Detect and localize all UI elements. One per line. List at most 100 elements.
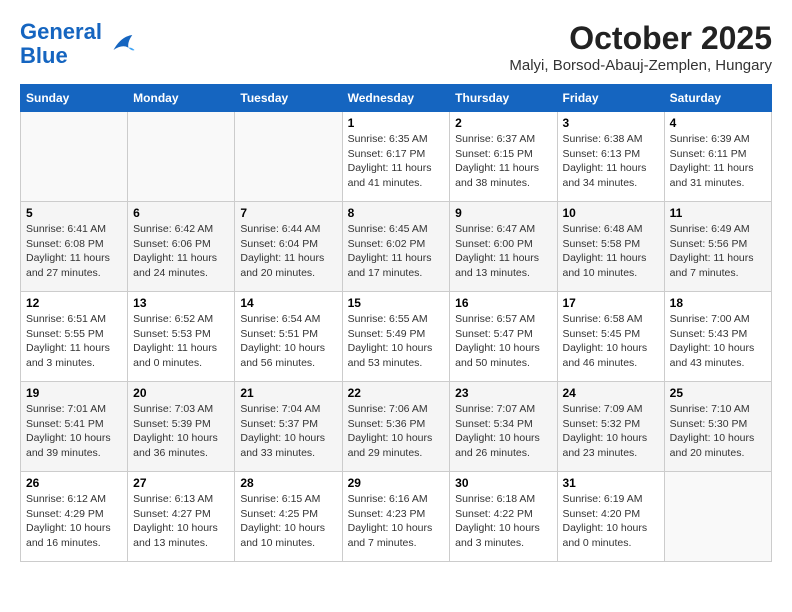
calendar-cell: [235, 112, 342, 202]
calendar-header-row: SundayMondayTuesdayWednesdayThursdayFrid…: [21, 85, 772, 112]
day-number: 3: [563, 116, 659, 130]
calendar-cell: [21, 112, 128, 202]
calendar-cell: 23Sunrise: 7:07 AMSunset: 5:34 PMDayligh…: [450, 382, 557, 472]
day-number: 9: [455, 206, 551, 220]
weekday-header-tuesday: Tuesday: [235, 85, 342, 112]
day-info: Sunrise: 6:13 AMSunset: 4:27 PMDaylight:…: [133, 492, 229, 551]
day-info: Sunrise: 6:41 AMSunset: 6:08 PMDaylight:…: [26, 222, 122, 281]
day-info: Sunrise: 6:52 AMSunset: 5:53 PMDaylight:…: [133, 312, 229, 371]
day-number: 8: [348, 206, 445, 220]
day-number: 18: [670, 296, 766, 310]
calendar-cell: 3 Sunrise: 6:38 AMSunset: 6:13 PMDaylight…: [557, 112, 664, 202]
calendar-cell: 5Sunrise: 6:41 AMSunset: 6:08 PMDaylight…: [21, 202, 128, 292]
weekday-header-monday: Monday: [128, 85, 235, 112]
day-number: 11: [670, 206, 766, 220]
calendar-cell: 21 Sunrise: 7:04 AMSunset: 5:37 PMDayligh…: [235, 382, 342, 472]
calendar-cell: 28 Sunrise: 6:15 AMSunset: 4:25 PMDayligh…: [235, 472, 342, 562]
calendar-cell: 30 Sunrise: 6:18 AMSunset: 4:22 PMDayligh…: [450, 472, 557, 562]
day-info: Sunrise: 6:38 AMSunset: 6:13 PMDaylight:…: [563, 132, 659, 191]
day-info: Sunrise: 6:15 AMSunset: 4:25 PMDaylight:…: [240, 492, 336, 551]
day-info: Sunrise: 7:03 AMSunset: 5:39 PMDaylight:…: [133, 402, 229, 461]
day-info: Sunrise: 6:12 AMSunset: 4:29 PMDaylight:…: [26, 492, 122, 551]
day-info: Sunrise: 6:35 AMSunset: 6:17 PMDaylight:…: [348, 132, 445, 191]
day-number: 31: [563, 476, 659, 490]
day-info: Sunrise: 6:16 AMSunset: 4:23 PMDaylight:…: [348, 492, 445, 551]
page-header: General Blue October 2025 Malyi, Borsod-…: [20, 20, 772, 74]
day-info: Sunrise: 6:51 AMSunset: 5:55 PMDaylight:…: [26, 312, 122, 371]
calendar-cell: 13 Sunrise: 6:52 AMSunset: 5:53 PMDayligh…: [128, 292, 235, 382]
calendar-cell: 27 Sunrise: 6:13 AMSunset: 4:27 PMDayligh…: [128, 472, 235, 562]
logo-bird-icon: [106, 29, 136, 59]
logo-line2: Blue: [20, 43, 68, 68]
day-number: 22: [348, 386, 445, 400]
day-number: 21: [240, 386, 336, 400]
calendar-cell: 20Sunrise: 7:03 AMSunset: 5:39 PMDayligh…: [128, 382, 235, 472]
weekday-header-friday: Friday: [557, 85, 664, 112]
day-info: Sunrise: 6:58 AMSunset: 5:45 PMDaylight:…: [563, 312, 659, 371]
day-info: Sunrise: 6:44 AMSunset: 6:04 PMDaylight:…: [240, 222, 336, 281]
calendar-cell: 24 Sunrise: 7:09 AMSunset: 5:32 PMDayligh…: [557, 382, 664, 472]
day-number: 6: [133, 206, 229, 220]
calendar-cell: 7 Sunrise: 6:44 AMSunset: 6:04 PMDaylight…: [235, 202, 342, 292]
calendar-week-row: 26 Sunrise: 6:12 AMSunset: 4:29 PMDayligh…: [21, 472, 772, 562]
weekday-header-saturday: Saturday: [664, 85, 771, 112]
calendar-cell: 2 Sunrise: 6:37 AMSunset: 6:15 PMDaylight…: [450, 112, 557, 202]
month-title: October 2025: [509, 20, 772, 57]
logo: General Blue: [20, 20, 136, 68]
day-info: Sunrise: 6:18 AMSunset: 4:22 PMDaylight:…: [455, 492, 551, 551]
day-number: 29: [348, 476, 445, 490]
calendar-cell: [128, 112, 235, 202]
calendar-week-row: 12Sunrise: 6:51 AMSunset: 5:55 PMDayligh…: [21, 292, 772, 382]
calendar-cell: 29 Sunrise: 6:16 AMSunset: 4:23 PMDayligh…: [342, 472, 450, 562]
day-info: Sunrise: 6:55 AMSunset: 5:49 PMDaylight:…: [348, 312, 445, 371]
day-info: Sunrise: 7:09 AMSunset: 5:32 PMDaylight:…: [563, 402, 659, 461]
day-number: 1: [348, 116, 445, 130]
day-number: 26: [26, 476, 122, 490]
day-number: 28: [240, 476, 336, 490]
day-info: Sunrise: 7:00 AMSunset: 5:43 PMDaylight:…: [670, 312, 766, 371]
day-number: 14: [240, 296, 336, 310]
day-info: Sunrise: 6:42 AMSunset: 6:06 PMDaylight:…: [133, 222, 229, 281]
day-number: 27: [133, 476, 229, 490]
calendar-cell: 15 Sunrise: 6:55 AMSunset: 5:49 PMDayligh…: [342, 292, 450, 382]
calendar-cell: 4 Sunrise: 6:39 AMSunset: 6:11 PMDaylight…: [664, 112, 771, 202]
day-number: 24: [563, 386, 659, 400]
weekday-header-thursday: Thursday: [450, 85, 557, 112]
day-number: 23: [455, 386, 551, 400]
day-info: Sunrise: 7:06 AMSunset: 5:36 PMDaylight:…: [348, 402, 445, 461]
calendar-cell: [664, 472, 771, 562]
day-number: 30: [455, 476, 551, 490]
location-title: Malyi, Borsod-Abauj-Zemplen, Hungary: [509, 57, 772, 74]
day-info: Sunrise: 6:45 AMSunset: 6:02 PMDaylight:…: [348, 222, 445, 281]
calendar-cell: 16Sunrise: 6:57 AMSunset: 5:47 PMDayligh…: [450, 292, 557, 382]
calendar-cell: 8 Sunrise: 6:45 AMSunset: 6:02 PMDaylight…: [342, 202, 450, 292]
day-number: 15: [348, 296, 445, 310]
calendar-cell: 10Sunrise: 6:48 AMSunset: 5:58 PMDayligh…: [557, 202, 664, 292]
calendar-cell: 1 Sunrise: 6:35 AMSunset: 6:17 PMDaylight…: [342, 112, 450, 202]
calendar-cell: 14Sunrise: 6:54 AMSunset: 5:51 PMDayligh…: [235, 292, 342, 382]
day-number: 4: [670, 116, 766, 130]
day-number: 2: [455, 116, 551, 130]
day-info: Sunrise: 6:37 AMSunset: 6:15 PMDaylight:…: [455, 132, 551, 191]
logo-text: General Blue: [20, 20, 102, 68]
calendar-cell: 25Sunrise: 7:10 AMSunset: 5:30 PMDayligh…: [664, 382, 771, 472]
day-info: Sunrise: 6:39 AMSunset: 6:11 PMDaylight:…: [670, 132, 766, 191]
weekday-header-wednesday: Wednesday: [342, 85, 450, 112]
calendar-cell: 18 Sunrise: 7:00 AMSunset: 5:43 PMDayligh…: [664, 292, 771, 382]
day-info: Sunrise: 6:19 AMSunset: 4:20 PMDaylight:…: [563, 492, 659, 551]
calendar-cell: 31 Sunrise: 6:19 AMSunset: 4:20 PMDayligh…: [557, 472, 664, 562]
day-info: Sunrise: 6:47 AMSunset: 6:00 PMDaylight:…: [455, 222, 551, 281]
calendar-cell: 26 Sunrise: 6:12 AMSunset: 4:29 PMDayligh…: [21, 472, 128, 562]
calendar-week-row: 5Sunrise: 6:41 AMSunset: 6:08 PMDaylight…: [21, 202, 772, 292]
day-info: Sunrise: 6:57 AMSunset: 5:47 PMDaylight:…: [455, 312, 551, 371]
day-info: Sunrise: 6:49 AMSunset: 5:56 PMDaylight:…: [670, 222, 766, 281]
day-number: 7: [240, 206, 336, 220]
logo-line1: General: [20, 19, 102, 44]
day-info: Sunrise: 7:01 AMSunset: 5:41 PMDaylight:…: [26, 402, 122, 461]
calendar-cell: 22 Sunrise: 7:06 AMSunset: 5:36 PMDayligh…: [342, 382, 450, 472]
calendar-cell: 11 Sunrise: 6:49 AMSunset: 5:56 PMDayligh…: [664, 202, 771, 292]
day-info: Sunrise: 7:04 AMSunset: 5:37 PMDaylight:…: [240, 402, 336, 461]
day-info: Sunrise: 7:10 AMSunset: 5:30 PMDaylight:…: [670, 402, 766, 461]
calendar-week-row: 1 Sunrise: 6:35 AMSunset: 6:17 PMDaylight…: [21, 112, 772, 202]
day-number: 13: [133, 296, 229, 310]
